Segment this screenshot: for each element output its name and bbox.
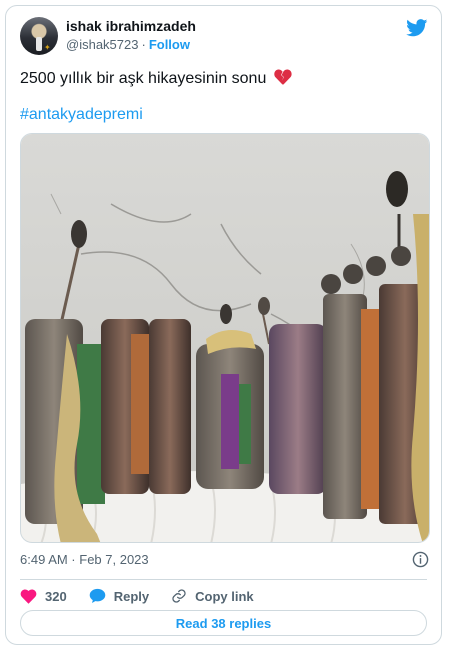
hashtag-link[interactable]: #antakyadepremi	[20, 106, 143, 124]
reply-label: Reply	[113, 588, 150, 604]
author-handle[interactable]: @ishak5723	[66, 37, 138, 52]
tweet-text: 2500 yıllık bir aşk hikayesinin sonu	[20, 69, 292, 89]
divider	[20, 579, 427, 580]
follow-button[interactable]: Follow	[149, 37, 190, 52]
read-replies-button[interactable]: Read 38 replies	[20, 610, 427, 636]
like-button[interactable]: 320	[20, 589, 67, 604]
avatar-figure	[36, 37, 42, 51]
info-icon[interactable]	[412, 551, 429, 568]
tweet-photo[interactable]	[20, 133, 430, 543]
speech-bubble-icon	[89, 588, 105, 603]
avatar[interactable]: ✦	[20, 17, 58, 55]
separator-dot: ·	[141, 37, 146, 52]
author-name[interactable]: ishak ibrahimzadeh	[66, 18, 196, 34]
tweet-card: ✦ ishak ibrahimzadeh @ishak5723 · Follow 2…	[5, 5, 442, 645]
avatar-badge-icon: ✦	[44, 43, 51, 52]
twitter-bird-icon[interactable]	[406, 19, 428, 37]
tweet-timestamp[interactable]: 6:49 AM · Feb 7, 2023	[20, 552, 149, 567]
reply-button[interactable]: Reply	[89, 588, 149, 604]
tweet-actions: 320 Reply Copy link	[20, 584, 276, 608]
author-handle-row: @ishak5723 · Follow	[66, 37, 190, 52]
copy-link-button[interactable]: Copy link	[171, 588, 254, 604]
like-count: 320	[45, 588, 67, 604]
photo-torah-scrolls	[21, 134, 429, 542]
copy-link-label: Copy link	[195, 588, 254, 604]
heart-icon	[20, 588, 37, 604]
link-icon	[172, 589, 186, 603]
broken-heart-icon	[274, 69, 292, 85]
tweet-body: 2500 yıllık bir aşk hikayesinin sonu	[20, 70, 267, 87]
